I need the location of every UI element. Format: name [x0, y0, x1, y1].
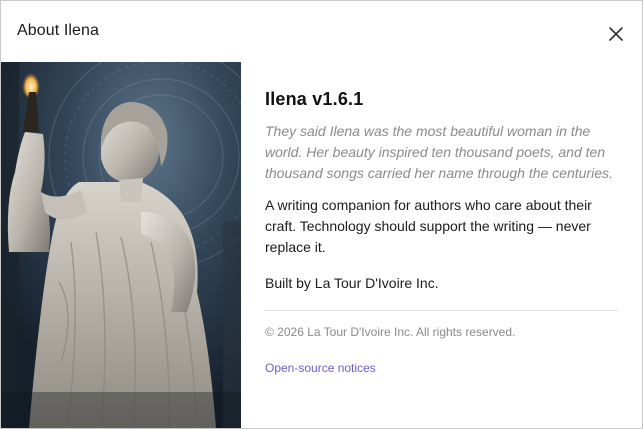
about-dialog: About Ilena Ilena v1.6.1 They said Ilena…	[0, 0, 643, 429]
open-source-notices-link[interactable]: Open-source notices	[265, 361, 376, 375]
dialog-title: About Ilena	[17, 22, 100, 39]
app-description: A writing companion for authors who care…	[265, 197, 592, 255]
tagline-quote: They said Ilena was the most beautiful w…	[265, 123, 613, 181]
built-by-text: Built by La Tour D'Ivoire Inc.	[265, 275, 439, 291]
content-divider	[265, 310, 618, 311]
hero-artwork	[1, 62, 241, 428]
close-icon	[609, 27, 623, 41]
copyright-text: © 2026 La Tour D'Ivoire Inc. All rights …	[265, 325, 516, 339]
statue-illustration	[1, 62, 241, 428]
dialog-titlebar: About Ilena	[1, 1, 642, 62]
app-name-version: Ilena v1.6.1	[265, 89, 364, 109]
close-button[interactable]	[602, 20, 630, 48]
about-content: Ilena v1.6.1 They said Ilena was the mos…	[265, 89, 621, 377]
